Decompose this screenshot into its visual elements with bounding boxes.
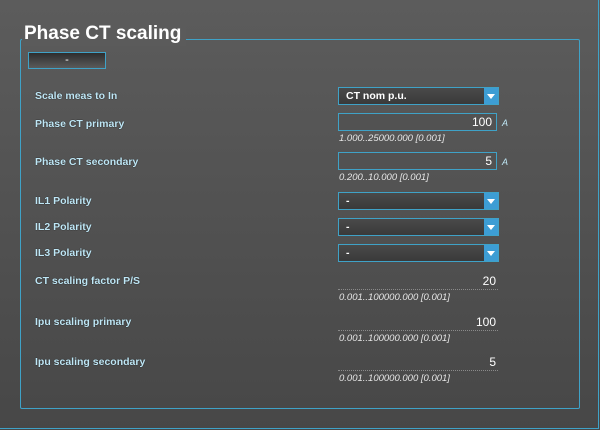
ipu-secondary-label: Ipu scaling secondary (35, 356, 146, 368)
ipu-secondary-value: 5 (489, 355, 496, 369)
ct-secondary-label: Phase CT secondary (35, 156, 139, 168)
scale-meas-value: CT nom p.u. (346, 90, 407, 102)
group-title: Phase CT scaling (22, 22, 187, 46)
ct-primary-range: 1.000..25000.000 [0.001] (339, 133, 445, 144)
collapse-button[interactable]: - (28, 52, 106, 69)
il2-polarity-label: IL2 Polarity (35, 221, 92, 233)
ct-primary-label: Phase CT primary (35, 118, 125, 130)
il2-polarity-value: - (346, 221, 350, 233)
chevron-down-icon (484, 88, 498, 104)
il1-polarity-value: - (346, 195, 350, 207)
ipu-secondary-divider (338, 370, 498, 371)
ipu-secondary-range: 0.001..100000.000 [0.001] (339, 373, 450, 384)
il3-polarity-label: IL3 Polarity (35, 247, 92, 259)
ct-factor-divider (338, 289, 498, 290)
il1-polarity-label: IL1 Polarity (35, 195, 92, 207)
chevron-down-icon (484, 245, 498, 261)
ct-secondary-input[interactable]: 5 (338, 152, 497, 170)
scale-meas-select[interactable]: CT nom p.u. (338, 87, 499, 105)
ct-factor-range: 0.001..100000.000 [0.001] (339, 292, 450, 303)
ct-primary-unit: A (502, 118, 509, 128)
ipu-primary-range: 0.001..100000.000 [0.001] (339, 333, 450, 344)
chevron-down-icon (484, 219, 498, 235)
ct-secondary-unit: A (502, 157, 509, 167)
ct-secondary-range: 0.200..10.000 [0.001] (339, 172, 429, 183)
il3-polarity-select[interactable]: - (338, 244, 499, 262)
ct-factor-label: CT scaling factor P/S (35, 275, 141, 287)
ipu-primary-divider (338, 330, 498, 331)
scale-meas-label: Scale meas to In (35, 90, 118, 102)
ipu-primary-label: Ipu scaling primary (35, 316, 132, 328)
il1-polarity-select[interactable]: - (338, 192, 499, 210)
ct-factor-value: 20 (482, 274, 496, 288)
ct-primary-input[interactable]: 100 (338, 113, 497, 131)
il3-polarity-value: - (346, 247, 350, 259)
ipu-primary-value: 100 (475, 315, 496, 329)
chevron-down-icon (484, 193, 498, 209)
il2-polarity-select[interactable]: - (338, 218, 499, 236)
